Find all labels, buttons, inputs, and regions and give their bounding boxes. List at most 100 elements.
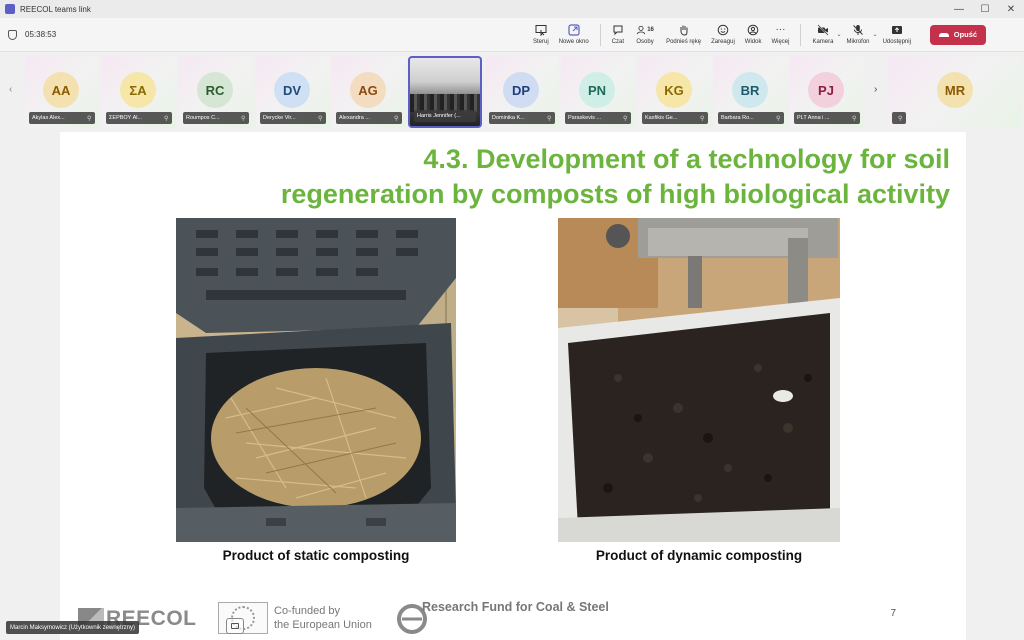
participant-name: Paraskevis ... (568, 115, 602, 121)
participant-nameplate: Harris Jennifer (... (414, 110, 476, 122)
participant-name: Dominika K... (492, 115, 525, 121)
teams-app-icon (5, 4, 15, 14)
people-button[interactable]: 16 Osoby (629, 18, 661, 52)
more-label: Więcej (771, 39, 790, 45)
avatar: PJ (808, 72, 844, 108)
strip-prev-chevron-icon[interactable]: ‹ (9, 84, 12, 95)
control-button[interactable]: Steruj (528, 18, 554, 52)
participant-tile[interactable]: DV Derycke Vir... ⚲ (256, 56, 330, 128)
participant-tile[interactable]: AA Akylas Alex... ⚲ (25, 56, 99, 128)
mic-muted-icon: ⚲ (898, 115, 903, 122)
mic-muted-icon: ⚲ (87, 115, 92, 122)
participant-name: ΣΕΡΒΟΥ Al... (109, 115, 143, 121)
leave-label: Opuść (953, 30, 978, 39)
participant-tile[interactable]: PJ PLT Anna i ... ⚲ (790, 56, 864, 128)
participant-nameplate: Paraskevis ... ⚲ (565, 112, 631, 124)
leave-meeting-button[interactable]: Opuść (929, 24, 986, 45)
avatar: PN (579, 72, 615, 108)
mic-muted-icon: ⚲ (241, 115, 246, 122)
smile-icon (717, 24, 729, 36)
participant-nameplate: PLT Anna i ... ⚲ (794, 112, 860, 124)
new-window-button[interactable]: Nowe okno (554, 18, 594, 52)
meeting-timer: 05:38:53 (8, 29, 528, 40)
participant-tile[interactable]: ΣA ΣΕΡΒΟΥ Al... ⚲ (102, 56, 176, 128)
share-icon (891, 24, 903, 36)
shield-icon (8, 29, 17, 40)
avatar: MR (937, 72, 973, 108)
people-label: Osoby (636, 39, 654, 45)
camera-button[interactable]: Kamera (807, 18, 838, 52)
view-button[interactable]: Widok (740, 18, 767, 52)
avatar: BR (732, 72, 768, 108)
window-title: REECOL teams link (20, 4, 91, 14)
participant-tile[interactable]: PN Paraskevis ... ⚲ (561, 56, 635, 128)
slide-title-line-2: regeneration by composts of high biologi… (280, 179, 950, 209)
view-icon (747, 24, 759, 36)
avatar: ΣA (120, 72, 156, 108)
mic-off-icon (852, 24, 864, 36)
participant-name: Kasfikis Ge... (645, 115, 678, 121)
slide-footer: REECOL Co-funded by the European Union R… (60, 598, 966, 640)
participant-tile[interactable]: BR Barbara Ro... ⚲ (714, 56, 788, 128)
participant-nameplate: Barbara Ro... ⚲ (718, 112, 784, 124)
static-composting-photo (176, 218, 456, 542)
participant-tile[interactable]: DP Dominika K... ⚲ (485, 56, 559, 128)
avatar: DP (503, 72, 539, 108)
participant-nameplate: ΣΕΡΒΟΥ Al... ⚲ (106, 112, 172, 124)
strip-next-chevron-icon[interactable]: › (874, 84, 877, 95)
participant-nameplate: Akylas Alex... ⚲ (29, 112, 95, 124)
participant-tile[interactable]: KG Kasfikis Ge... ⚲ (638, 56, 712, 128)
people-count: 16 (647, 27, 654, 33)
chat-button[interactable]: Czat (607, 18, 629, 52)
caption-static-composting: Product of static composting (222, 548, 410, 563)
avatar: AA (43, 72, 79, 108)
participant-name: Barbara Ro... (721, 115, 754, 121)
participant-tile[interactable]: Harris Jennifer (... (408, 56, 482, 128)
react-button[interactable]: Zareaguj (706, 18, 740, 52)
new-window-label: Nowe okno (558, 39, 589, 45)
share-button[interactable]: Udostępnij (878, 18, 916, 52)
minimize-button[interactable]: — (946, 0, 972, 18)
eu-line-2: the European Union (274, 619, 372, 631)
participant-nameplate: Kasfikis Ge... ⚲ (642, 112, 708, 124)
microphone-button[interactable]: Mikrofon (842, 18, 875, 52)
close-window-button[interactable]: ✕ (998, 0, 1024, 18)
mic-muted-icon: ⚲ (852, 115, 857, 122)
participant-tile[interactable]: MR ⚲ (888, 56, 1022, 128)
self-video-camera-icon[interactable] (226, 618, 244, 634)
maximize-button[interactable]: ☐ (972, 0, 998, 18)
slide-title-line-1: 4.3. Development of a technology for soi… (423, 144, 950, 174)
meeting-toolbar: 05:38:53 Steruj Nowe okno Czat 16 Osoby … (0, 18, 1024, 52)
participant-nameplate: Dominika K... ⚲ (489, 112, 555, 124)
participant-tile[interactable]: RC Roumpos C... ⚲ (179, 56, 253, 128)
toolbar-divider (599, 23, 601, 46)
mic-muted-icon: ⚲ (547, 115, 552, 122)
mic-muted-icon: ⚲ (700, 115, 705, 122)
shared-slide: 4.3. Development of a technology for soi… (60, 132, 966, 640)
caption-dynamic-composting: Product of dynamic composting (595, 548, 803, 563)
dynamic-composting-photo (558, 218, 840, 542)
participant-nameplate: ⚲ (892, 112, 906, 124)
rfcs-text: Research Fund for Coal & Steel (422, 600, 609, 614)
more-button[interactable]: ··· Więcej (766, 18, 794, 52)
participant-name: Derycke Vir... (263, 115, 296, 121)
self-name-label: Marcin Maksymowicz (Użytkownik zewnętrzn… (6, 621, 140, 634)
more-icon: ··· (775, 24, 786, 35)
raise-hand-button[interactable]: Podnieś rękę (661, 18, 706, 52)
chat-label: Czat (611, 39, 625, 45)
participant-name: Alexandra ... (339, 115, 370, 121)
microphone-label: Mikrofon (846, 39, 870, 45)
share-label: Udostępnij (882, 39, 911, 45)
slide-title: 4.3. Development of a technology for soi… (190, 142, 950, 212)
window-titlebar: REECOL teams link — ☐ ✕ (0, 0, 1024, 18)
participant-tile[interactable]: AG Alexandra ... ⚲ (332, 56, 406, 128)
mic-muted-icon: ⚲ (776, 115, 781, 122)
control-label: Steruj (533, 39, 549, 45)
control-icon (535, 24, 547, 36)
raise-hand-label: Podnieś rękę (666, 39, 702, 45)
mic-muted-icon: ⚲ (623, 115, 628, 122)
react-label: Zareaguj (711, 39, 735, 45)
avatar: DV (274, 72, 310, 108)
participant-name: Harris Jennifer (... (417, 113, 461, 119)
new-window-icon (568, 24, 580, 36)
